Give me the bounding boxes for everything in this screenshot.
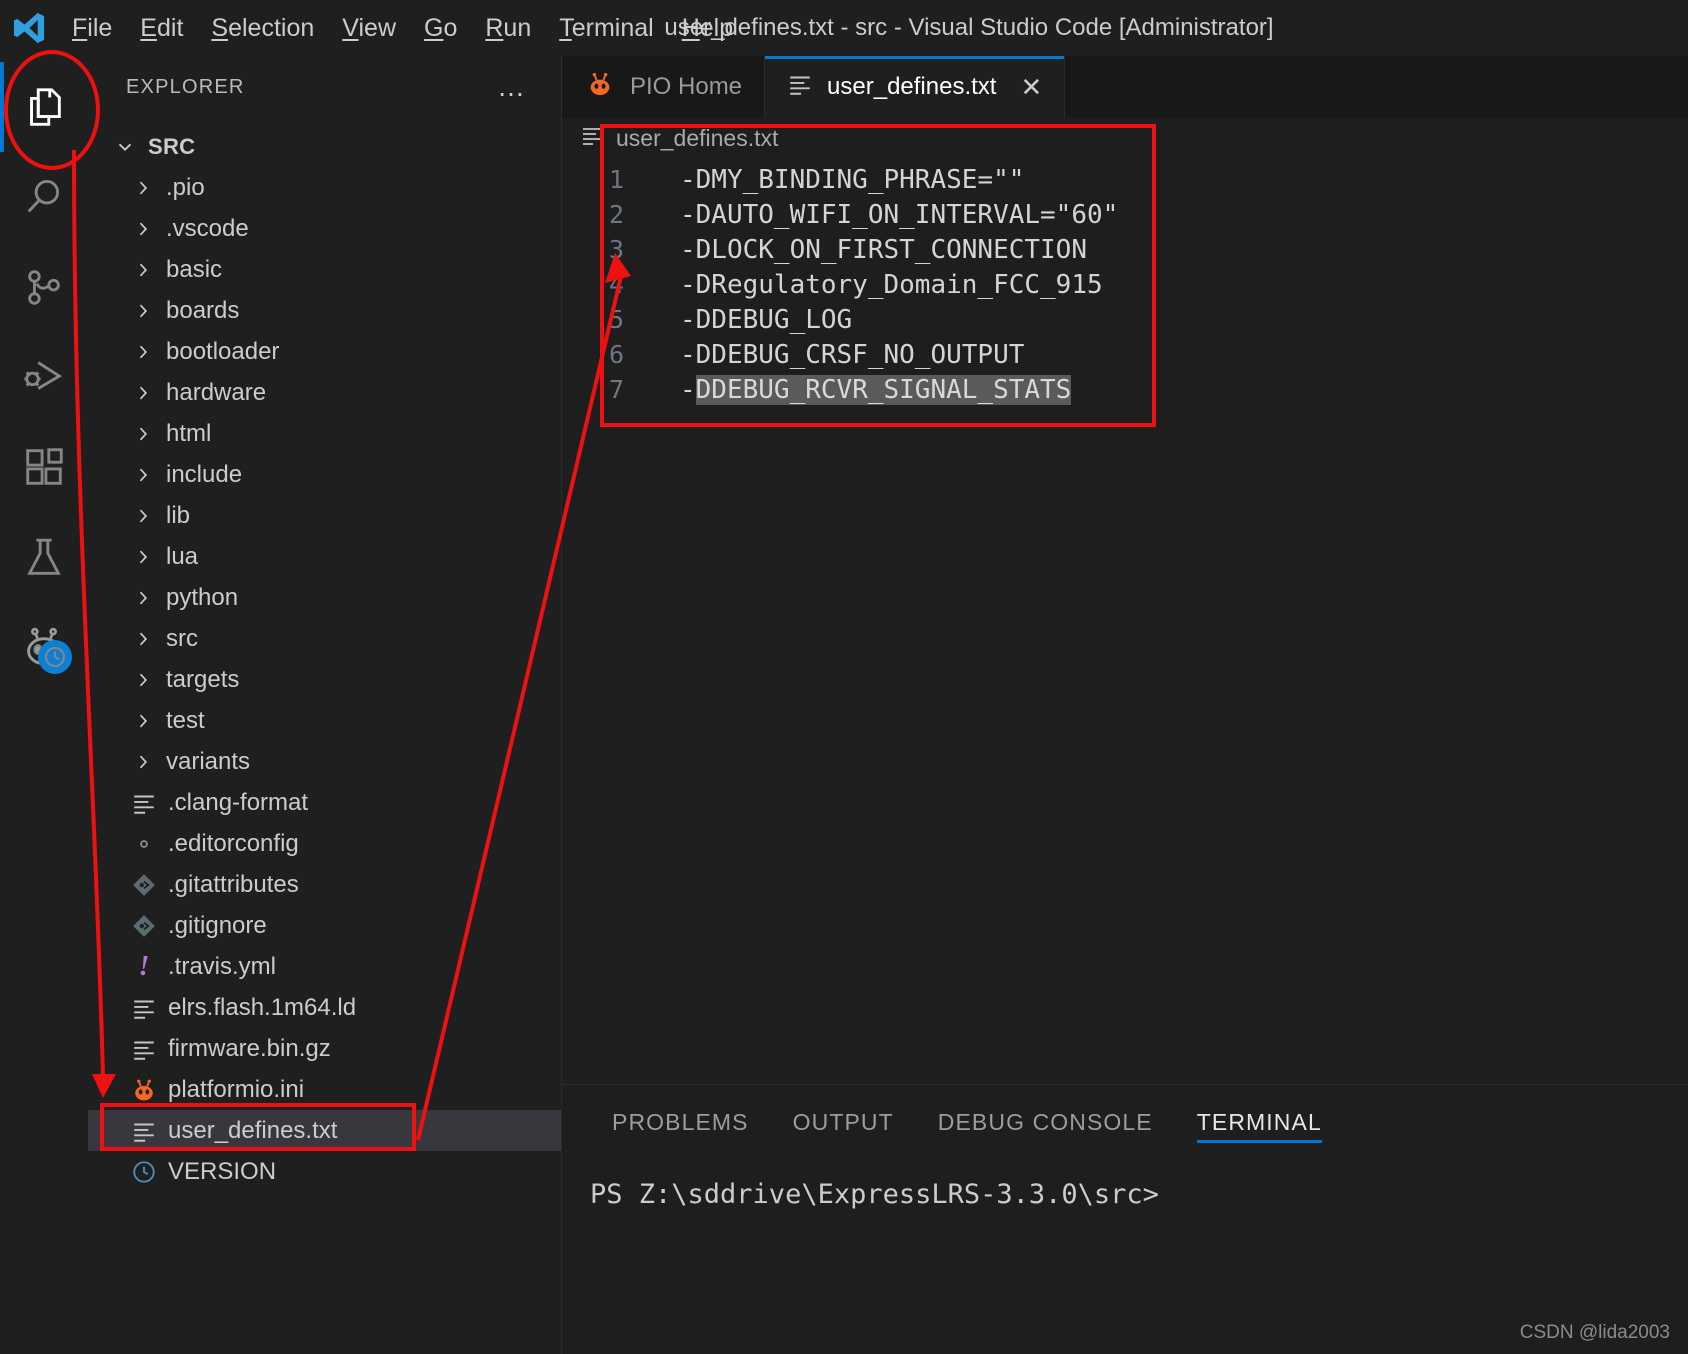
annotation-arrows — [72, 149, 631, 1141]
vscode-window: File Edit Selection View Go Run Terminal… — [0, 0, 1688, 1354]
